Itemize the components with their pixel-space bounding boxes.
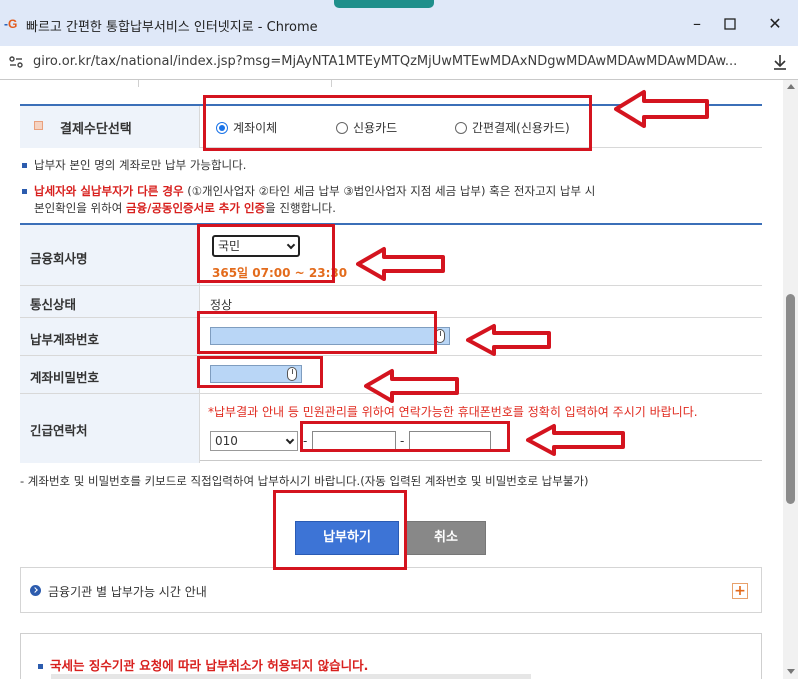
- comm-status-value: 정상: [210, 298, 233, 312]
- radio-label: 계좌이체: [233, 121, 278, 135]
- label-cell: 통신상태: [20, 286, 200, 317]
- note-red-text: 금융/공동인증서로 추가 인증: [125, 201, 266, 215]
- hours-guide-text: 금융기관 별 납부가능 시간 안내: [48, 585, 207, 599]
- bank-select-value: 국민: [218, 239, 241, 253]
- bullet-icon: [34, 121, 43, 130]
- radio-checked-icon[interactable]: [216, 121, 228, 134]
- payment-form-table: 금융회사명 국민 365일 07:00 ~ 23:30 통신상태 정상 납부계좌…: [20, 223, 762, 463]
- maximize-icon[interactable]: [716, 12, 744, 36]
- download-icon[interactable]: [770, 52, 790, 72]
- chevron-down-icon: [285, 435, 295, 445]
- phone-label: 긴급연락처: [30, 423, 88, 438]
- comm-label: 통신상태: [30, 297, 77, 312]
- radio-bank-transfer[interactable]: 계좌이체: [216, 119, 277, 136]
- note-own-account: 납부자 본인 명의 계좌로만 납부 가능합니다.: [22, 157, 246, 173]
- hours-guide-panel[interactable]: 금융기관 별 납부가능 시간 안내 +: [20, 567, 762, 613]
- address-bar: giro.or.kr/tax/national/index.jsp?msg=Mj…: [0, 46, 798, 80]
- cut-off-text: [51, 674, 531, 679]
- phone-dash: -: [400, 434, 405, 448]
- page-content: 결제수단선택 계좌이체 신용카드 간편결제(신용카드) 납부자 본인 명의 계좌…: [0, 80, 783, 679]
- account-number-input[interactable]: [210, 327, 450, 345]
- note-keyboard: - 계좌번호 및 비밀번호를 키보드로 직접입력하여 납부하시기 바랍니다.(자…: [20, 474, 589, 488]
- chevron-down-icon: [286, 240, 296, 250]
- phone-middle-input[interactable]: [312, 431, 396, 451]
- close-icon[interactable]: ✕: [761, 12, 789, 36]
- url-text[interactable]: giro.or.kr/tax/national/index.jsp?msg=Mj…: [33, 54, 737, 69]
- phone-note: *납부결과 안내 등 민원관리를 위하여 연락가능한 휴대폰번호를 정확히 입력…: [208, 405, 698, 419]
- cut-off-row: [20, 80, 762, 106]
- label-cell: 계좌비밀번호: [20, 356, 200, 393]
- mouse-icon[interactable]: [435, 329, 445, 343]
- row-bank: 금융회사명 국민 365일 07:00 ~ 23:30: [20, 225, 762, 286]
- site-info-icon[interactable]: [8, 54, 24, 70]
- expand-plus-icon[interactable]: +: [732, 583, 748, 599]
- notice-text-content: 국세는 징수기관 요청에 따라 납부취소가 허용되지 않습니다.: [50, 658, 369, 673]
- notice-text: 국세는 징수기관 요청에 따라 납부취소가 허용되지 않습니다.: [38, 655, 368, 674]
- note-text: 을 진행합니다.: [265, 201, 336, 215]
- payment-method-label-cell: 결제수단선택: [20, 106, 200, 148]
- note-text: 납부자 본인 명의 계좌로만 납부 가능합니다.: [34, 158, 247, 172]
- note-text: (①개인사업자 ②타인 세금 납부 ③법인사업자 지점 세금 납부) 혹은 전자…: [183, 184, 596, 198]
- title-bar: -G 빠르고 간편한 통합납부서비스 인터넷지로 - Chrome – ✕: [0, 0, 798, 46]
- minimize-icon[interactable]: –: [683, 12, 711, 36]
- radio-label: 신용카드: [353, 121, 398, 135]
- payment-method-label: 결제수단선택: [60, 122, 132, 137]
- scroll-up-icon[interactable]: [787, 84, 795, 89]
- phone-prefix-value: 010: [215, 434, 238, 448]
- bank-hours: 365일 07:00 ~ 23:30: [212, 266, 348, 280]
- pay-button[interactable]: 납부하기: [295, 521, 399, 555]
- row-phone: 긴급연락처 *납부결과 안내 등 민원관리를 위하여 연락가능한 휴대폰번호를 …: [20, 394, 762, 463]
- bank-select[interactable]: 국민: [212, 235, 300, 257]
- note-diff-payer: 납세자와 실납부자가 다른 경우 (①개인사업자 ②타인 세금 납부 ③법인사업…: [22, 183, 595, 199]
- scrollbar-thumb[interactable]: [786, 294, 795, 504]
- phone-prefix-select[interactable]: 010: [210, 431, 298, 451]
- cancel-button[interactable]: 취소: [406, 521, 486, 555]
- cut-off-cell: [138, 80, 332, 87]
- phone-dash: -: [303, 434, 308, 448]
- mouse-icon[interactable]: [287, 367, 297, 381]
- bank-label: 금융회사명: [30, 251, 88, 266]
- label-cell: 긴급연락처: [20, 394, 200, 463]
- row-comm-status: 통신상태 정상: [20, 286, 762, 318]
- radio-credit-card[interactable]: 신용카드: [336, 119, 397, 136]
- window-title: 빠르고 간편한 통합납부서비스 인터넷지로 - Chrome: [26, 20, 318, 35]
- account-label: 납부계좌번호: [30, 332, 100, 347]
- radio-easy-pay[interactable]: 간편결제(신용카드): [455, 119, 570, 136]
- label-cell: 금융회사명: [20, 225, 200, 285]
- label-cell: 납부계좌번호: [20, 318, 200, 355]
- row-account: 납부계좌번호: [20, 318, 762, 356]
- scroll-down-icon[interactable]: [787, 669, 795, 674]
- account-password-input[interactable]: [210, 365, 302, 383]
- tab-notch: [334, 0, 434, 8]
- radio-unchecked-icon[interactable]: [336, 121, 348, 134]
- payment-method-row: 결제수단선택 계좌이체 신용카드 간편결제(신용카드): [20, 106, 762, 148]
- site-logo: -G: [4, 17, 18, 31]
- square-bullet-icon: [22, 189, 27, 194]
- vertical-scrollbar[interactable]: [783, 80, 798, 679]
- note-red-text: 납세자와 실납부자가 다른 경우: [34, 184, 184, 198]
- radio-label: 간편결제(신용카드): [472, 121, 570, 135]
- square-bullet-icon: [38, 664, 43, 669]
- note-verify: 본인확인을 위하여 금융/공동인증서로 추가 인증을 진행합니다.: [34, 200, 336, 216]
- note-text: 본인확인을 위하여: [34, 201, 126, 215]
- chevron-right-circle-icon: [30, 585, 41, 596]
- radio-unchecked-icon[interactable]: [455, 121, 467, 134]
- row-password: 계좌비밀번호: [20, 356, 762, 394]
- phone-last-input[interactable]: [409, 431, 491, 451]
- notice-box: 국세는 징수기관 요청에 따라 납부취소가 허용되지 않습니다.: [20, 633, 762, 679]
- password-label: 계좌비밀번호: [30, 370, 100, 385]
- square-bullet-icon: [22, 163, 27, 168]
